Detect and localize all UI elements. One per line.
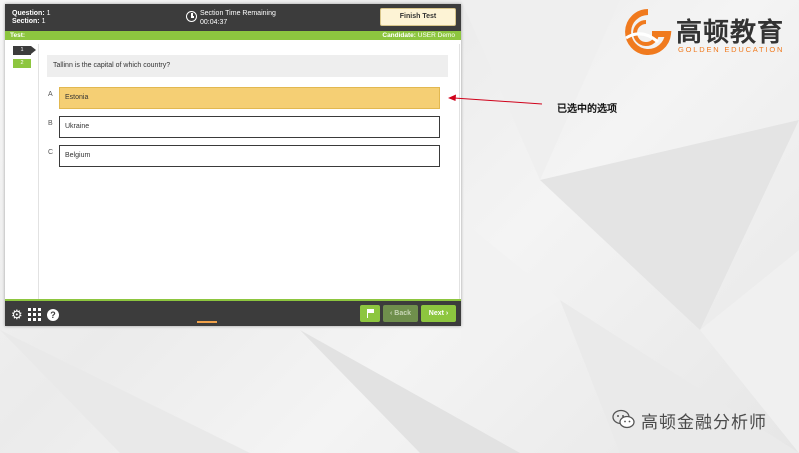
progress-tick [197, 321, 217, 323]
test-label: Test: [10, 32, 26, 39]
next-button[interactable]: Next › [421, 305, 456, 322]
grid-icon[interactable] [28, 308, 41, 321]
wechat-icon [612, 409, 635, 429]
test-footer: ⚙ ? ‹ Back Next › [5, 299, 461, 326]
timer-label: Section Time Remaining [200, 10, 276, 17]
option-a[interactable]: Estonia [59, 87, 440, 109]
option-b[interactable]: Ukraine [59, 116, 440, 138]
logo-subtitle: GOLDEN EDUCATION [678, 45, 785, 54]
back-button[interactable]: ‹ Back [383, 305, 418, 322]
question-text: Tallinn is the capital of which country? [47, 55, 448, 77]
timer: Section Time Remaining 00:04:37 [200, 9, 276, 27]
option-letter-c: C [48, 149, 54, 156]
clock-icon [186, 11, 197, 22]
question-number: 1 [46, 10, 51, 17]
logo-text: 高顿教育 [676, 17, 785, 47]
flag-button[interactable] [360, 305, 380, 322]
test-window: Question: 1 Section: 1 Section Time Rema… [5, 4, 461, 326]
annotation-text: 已选中的选项 [557, 104, 617, 115]
annotation-arrow [448, 94, 543, 105]
help-icon[interactable]: ? [47, 309, 59, 321]
question-panel [38, 44, 460, 299]
test-header: Question: 1 Section: 1 Section Time Rema… [5, 4, 461, 31]
question-section-info: Question: 1 Section: 1 [12, 10, 51, 25]
option-letter-b: B [48, 120, 53, 127]
watermark-text: 高顿金融分析师 [641, 413, 767, 432]
finish-test-button[interactable]: Finish Test [380, 8, 456, 26]
option-letter-a: A [48, 91, 53, 98]
nav-question-2[interactable]: 2 [13, 59, 31, 68]
option-c[interactable]: Belgium [59, 145, 440, 167]
gear-icon[interactable]: ⚙ [11, 308, 23, 321]
candidate-info: Candidate: USER Demo [382, 32, 455, 39]
nav-question-1[interactable]: 1 [13, 46, 36, 55]
candidate-name: USER Demo [417, 32, 455, 39]
section-number: 1 [41, 18, 46, 25]
timer-value: 00:04:37 [200, 19, 228, 26]
status-bar: Test: Candidate: USER Demo [5, 31, 461, 40]
logo-icon [625, 9, 672, 55]
